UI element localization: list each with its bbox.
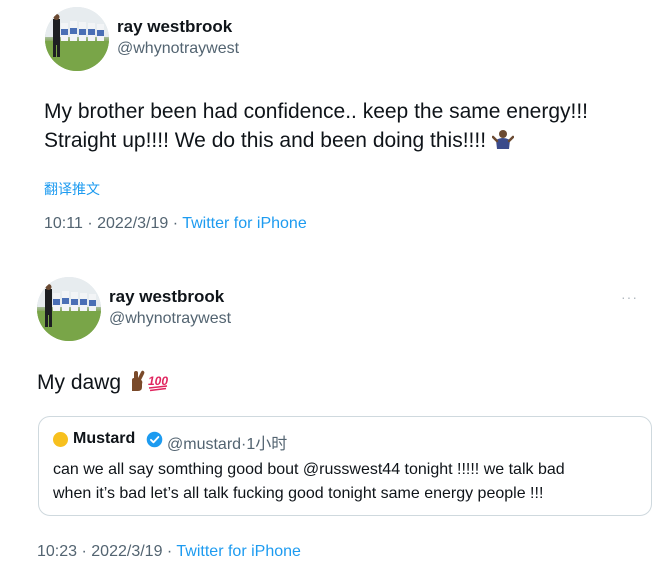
tweet-text: My brother been had confidence.. keep th… bbox=[44, 97, 588, 158]
translate-tweet-link[interactable]: 翻译推文 bbox=[44, 179, 100, 199]
tweet: ray westbrook @whynotraywest My brother … bbox=[0, 0, 653, 255]
tweet-metadata: 10:23 · 2022/3/19 · Twitter for iPhone bbox=[37, 543, 301, 561]
separator: · bbox=[87, 215, 93, 232]
quoted-text-line: when it’s bad let’s all talk fucking goo… bbox=[53, 485, 544, 502]
author-handle[interactable]: @whynotraywest bbox=[117, 40, 239, 58]
quoted-tweet-age: 1小时 bbox=[246, 436, 288, 453]
tweet-date[interactable]: 2022/3/19 bbox=[97, 215, 168, 232]
hundred-points-icon: 100 bbox=[147, 370, 169, 400]
author-name[interactable]: ray westbrook bbox=[109, 287, 224, 307]
quoted-author-meta: @mustard·1小时 bbox=[167, 430, 287, 454]
avatar[interactable] bbox=[45, 7, 109, 71]
quoted-text-line: can we all say somthing good bout @russw… bbox=[53, 461, 565, 478]
tweet-text-line: My dawg bbox=[37, 371, 122, 394]
more-options-icon[interactable]: ··· bbox=[621, 289, 638, 305]
tweet-time[interactable]: 10:11 bbox=[44, 215, 83, 232]
team-photo-icon bbox=[37, 277, 101, 341]
quoted-author-handle: @mustard bbox=[167, 436, 242, 453]
shrug-icon bbox=[491, 128, 515, 158]
tweet-date[interactable]: 2022/3/19 bbox=[91, 543, 162, 560]
tweet-text: My dawg 100 bbox=[37, 368, 169, 400]
tweet-source[interactable]: Twitter for iPhone bbox=[176, 543, 301, 560]
tweet-text-line-2: Straight up!!!! We do this and been doin… bbox=[44, 129, 487, 152]
author-handle[interactable]: @whynotraywest bbox=[109, 310, 231, 328]
tweet-source[interactable]: Twitter for iPhone bbox=[182, 215, 307, 232]
avatar[interactable] bbox=[53, 432, 68, 447]
tweet-time[interactable]: 10:23 bbox=[37, 543, 77, 560]
team-photo-icon bbox=[45, 7, 109, 71]
author-name[interactable]: ray westbrook bbox=[117, 17, 232, 37]
tweet-text-line: Straight up!!!! We do this and been doin… bbox=[44, 126, 588, 158]
tweet-text-line: My brother been had confidence.. keep th… bbox=[44, 100, 589, 123]
verified-badge-icon bbox=[146, 431, 163, 448]
separator: · bbox=[81, 543, 87, 560]
quoted-author-name: Mustard bbox=[73, 430, 136, 447]
quoted-tweet-text: can we all say somthing good bout @russw… bbox=[53, 458, 565, 506]
crossed-fingers-icon bbox=[127, 370, 147, 400]
tweet-metadata: 10:11 · 2022/3/19 · Twitter for iPhone bbox=[44, 215, 307, 233]
avatar[interactable] bbox=[37, 277, 101, 341]
separator: · bbox=[172, 215, 179, 232]
divider bbox=[0, 256, 653, 266]
separator: · bbox=[166, 543, 173, 560]
quoted-tweet[interactable]: Mustard @mustard·1小时 can we all say somt… bbox=[38, 416, 652, 516]
